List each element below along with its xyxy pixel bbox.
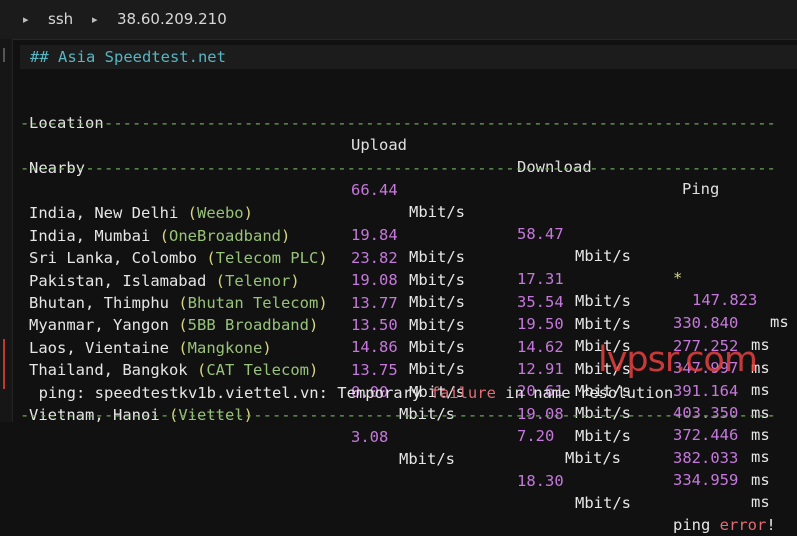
chevron-right-icon: ▸ [23, 13, 29, 26]
tab-label-host[interactable]: 38.60.209.210 [117, 10, 227, 28]
row-upload: 3.08 [351, 428, 389, 446]
terminal-tab-bar: ▸ ssh ▸ 38.60.209.210 [0, 0, 797, 40]
separator-line: ----------------------------------------… [20, 159, 776, 177]
row-download: 18.30 [517, 472, 564, 490]
gutter-marker [3, 48, 8, 62]
tab-label-ssh[interactable]: ssh [48, 10, 73, 28]
row-error-word: error [719, 516, 767, 534]
row-upload-unit: Mbit/s [399, 450, 455, 468]
watermark: lvpsr.com [598, 340, 758, 380]
chevron-right-icon: ▸ [92, 13, 98, 26]
separator-line: ----------------------------------------… [20, 114, 776, 132]
row-download-unit: Mbit/s [575, 494, 631, 512]
section-title: ## Asia Speedtest.net [30, 48, 226, 66]
separator-line: ----------------------------------------… [20, 406, 776, 424]
row-bang: ! [766, 516, 776, 534]
row-ping-word: ping [673, 516, 720, 534]
